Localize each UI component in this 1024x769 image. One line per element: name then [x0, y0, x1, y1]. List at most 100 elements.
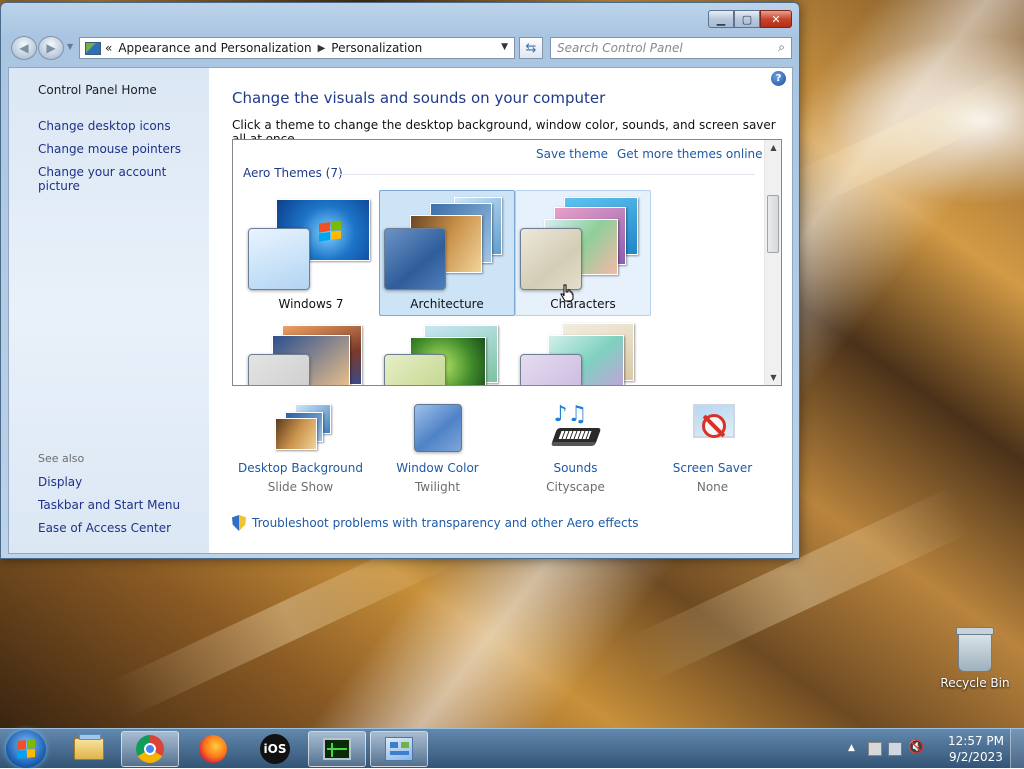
- shield-icon: [232, 515, 246, 531]
- address-bar[interactable]: « Appearance and Personalization ▶ Perso…: [79, 37, 515, 59]
- taskbar: iOS ▲ 🔇 12:57 PM 9/2/2023: [0, 728, 1024, 769]
- window-color-icon: [413, 404, 462, 452]
- taskbar-chrome[interactable]: [121, 731, 179, 767]
- window-content: Control Panel Home Change desktop icons …: [8, 67, 793, 554]
- taskbar-task-manager[interactable]: [308, 731, 366, 767]
- task-pane: Control Panel Home Change desktop icons …: [9, 68, 209, 553]
- themes-list[interactable]: Save theme Get more themes online Aero T…: [232, 139, 782, 386]
- taskbar-ios[interactable]: iOS: [246, 731, 304, 767]
- desktop-background-icon: [274, 404, 331, 452]
- taskbar-firefox[interactable]: [184, 731, 242, 767]
- theme-name: Windows 7: [278, 297, 344, 311]
- close-button[interactable]: ✕: [760, 10, 792, 28]
- theme-row2-1[interactable]: [243, 316, 379, 385]
- refresh-button[interactable]: ⇆: [519, 37, 543, 59]
- display-link[interactable]: Display: [38, 475, 82, 489]
- address-dropdown-icon[interactable]: ▼: [501, 42, 508, 52]
- volume-muted-icon[interactable]: 🔇: [908, 740, 924, 755]
- show-desktop-button[interactable]: [1010, 729, 1024, 769]
- theme-windows-7[interactable]: Windows 7: [243, 190, 379, 316]
- change-desktop-icons-link[interactable]: Change desktop icons: [38, 119, 171, 133]
- maximize-button[interactable]: ▢: [734, 10, 760, 28]
- screen-saver-value: None: [696, 480, 729, 494]
- taskbar-start-menu-link[interactable]: Taskbar and Start Menu: [38, 498, 180, 512]
- chrome-icon: [136, 735, 164, 763]
- show-hidden-icons-icon[interactable]: ▲: [848, 743, 862, 757]
- sounds-icon: ♪♫: [550, 404, 601, 452]
- scroll-down-icon[interactable]: ▼: [765, 373, 781, 382]
- action-center-icon[interactable]: [868, 742, 882, 756]
- theme-name: Architecture: [410, 297, 484, 311]
- theme-row2-3[interactable]: [515, 316, 651, 385]
- recycle-bin[interactable]: Recycle Bin: [940, 627, 1010, 690]
- window-color-swatch: [520, 228, 582, 290]
- recycle-bin-icon: [956, 627, 994, 672]
- search-placeholder: Search Control Panel: [557, 41, 683, 55]
- control-panel-home-link[interactable]: Control Panel Home: [38, 83, 157, 97]
- recycle-bin-label: Recycle Bin: [940, 676, 1010, 690]
- sounds-label[interactable]: Sounds: [507, 461, 644, 475]
- control-panel-icon: [85, 41, 101, 55]
- theme-row2-2[interactable]: [379, 316, 515, 385]
- hand-cursor-icon: [560, 284, 574, 302]
- theme-settings-row: Desktop Background Slide Show Window Col…: [232, 404, 782, 504]
- breadcrumb-personalization[interactable]: Personalization: [331, 41, 422, 55]
- troubleshoot-label[interactable]: Troubleshoot problems with transparency …: [252, 516, 639, 530]
- clock[interactable]: 12:57 PM 9/2/2023: [948, 733, 1004, 765]
- window-color-label[interactable]: Window Color: [369, 461, 506, 475]
- scroll-up-icon[interactable]: ▲: [765, 143, 781, 152]
- desktop-background-label[interactable]: Desktop Background: [232, 461, 369, 475]
- notification-area: ▲ 🔇 12:57 PM 9/2/2023: [834, 729, 1024, 769]
- window-color-swatch: [384, 228, 446, 290]
- window-color-value: Twilight: [414, 480, 461, 494]
- theme-name: Characters: [550, 297, 616, 311]
- screen-saver-label[interactable]: Screen Saver: [644, 461, 781, 475]
- page-title: Change the visuals and sounds on your co…: [232, 89, 606, 107]
- screen-saver-button[interactable]: Screen Saver None: [644, 404, 781, 494]
- desktop-background-button[interactable]: Desktop Background Slide Show: [232, 404, 369, 494]
- theme-architecture[interactable]: Architecture: [379, 190, 515, 316]
- change-account-picture-link[interactable]: Change your account picture: [38, 165, 209, 193]
- see-also-heading: See also: [38, 452, 85, 465]
- themes-scrollbar[interactable]: ▲ ▼: [764, 140, 781, 385]
- ease-of-access-link[interactable]: Ease of Access Center: [38, 521, 171, 535]
- theme-characters[interactable]: Characters: [515, 190, 651, 316]
- get-more-themes-link[interactable]: Get more themes online: [617, 147, 763, 161]
- help-icon[interactable]: ?: [771, 71, 786, 86]
- forward-button[interactable]: ▶: [38, 36, 64, 60]
- sounds-value: Cityscape: [546, 480, 605, 494]
- task-manager-icon: [323, 738, 351, 760]
- network-icon[interactable]: [888, 742, 902, 756]
- caption-buttons: ▁ ▢ ✕: [708, 10, 792, 28]
- personalization-window: ▁ ▢ ✕ ◀ ▶ ▼ « Appearance and Personaliza…: [0, 2, 800, 559]
- windows-logo-icon: [17, 739, 35, 759]
- taskbar-file-explorer[interactable]: [60, 731, 118, 767]
- back-button[interactable]: ◀: [11, 36, 37, 60]
- minimize-button[interactable]: ▁: [708, 10, 734, 28]
- scrollbar-thumb[interactable]: [767, 195, 779, 253]
- desktop-background-value: Slide Show: [267, 480, 334, 494]
- change-mouse-pointers-link[interactable]: Change mouse pointers: [38, 142, 181, 156]
- breadcrumb-appearance[interactable]: Appearance and Personalization: [118, 41, 311, 55]
- navigation-bar: ◀ ▶ ▼ « Appearance and Personalization ▶…: [9, 35, 792, 61]
- search-icon[interactable]: ⌕: [778, 40, 785, 55]
- breadcrumb-prefix[interactable]: «: [105, 41, 112, 55]
- screen-saver-icon: [689, 404, 737, 452]
- recent-pages-icon[interactable]: ▼: [67, 42, 73, 51]
- start-button[interactable]: [6, 730, 46, 768]
- control-panel-icon: [385, 737, 413, 761]
- clock-date: 9/2/2023: [949, 750, 1003, 764]
- firefox-icon: [199, 735, 227, 763]
- window-color-swatch: [248, 354, 310, 385]
- window-color-swatch: [248, 228, 310, 290]
- sounds-button[interactable]: ♪♫ Sounds Cityscape: [507, 404, 644, 495]
- windows-logo-icon: [319, 220, 341, 242]
- breadcrumb-separator-icon[interactable]: ▶: [318, 43, 326, 54]
- main-pane: ? Change the visuals and sounds on your …: [209, 68, 792, 553]
- window-color-button[interactable]: Window Color Twilight: [369, 404, 506, 494]
- group-divider: [337, 174, 755, 175]
- troubleshoot-link[interactable]: Troubleshoot problems with transparency …: [232, 515, 639, 531]
- save-theme-link[interactable]: Save theme: [536, 147, 608, 161]
- taskbar-control-panel[interactable]: [370, 731, 428, 767]
- search-input[interactable]: Search Control Panel ⌕: [550, 37, 792, 59]
